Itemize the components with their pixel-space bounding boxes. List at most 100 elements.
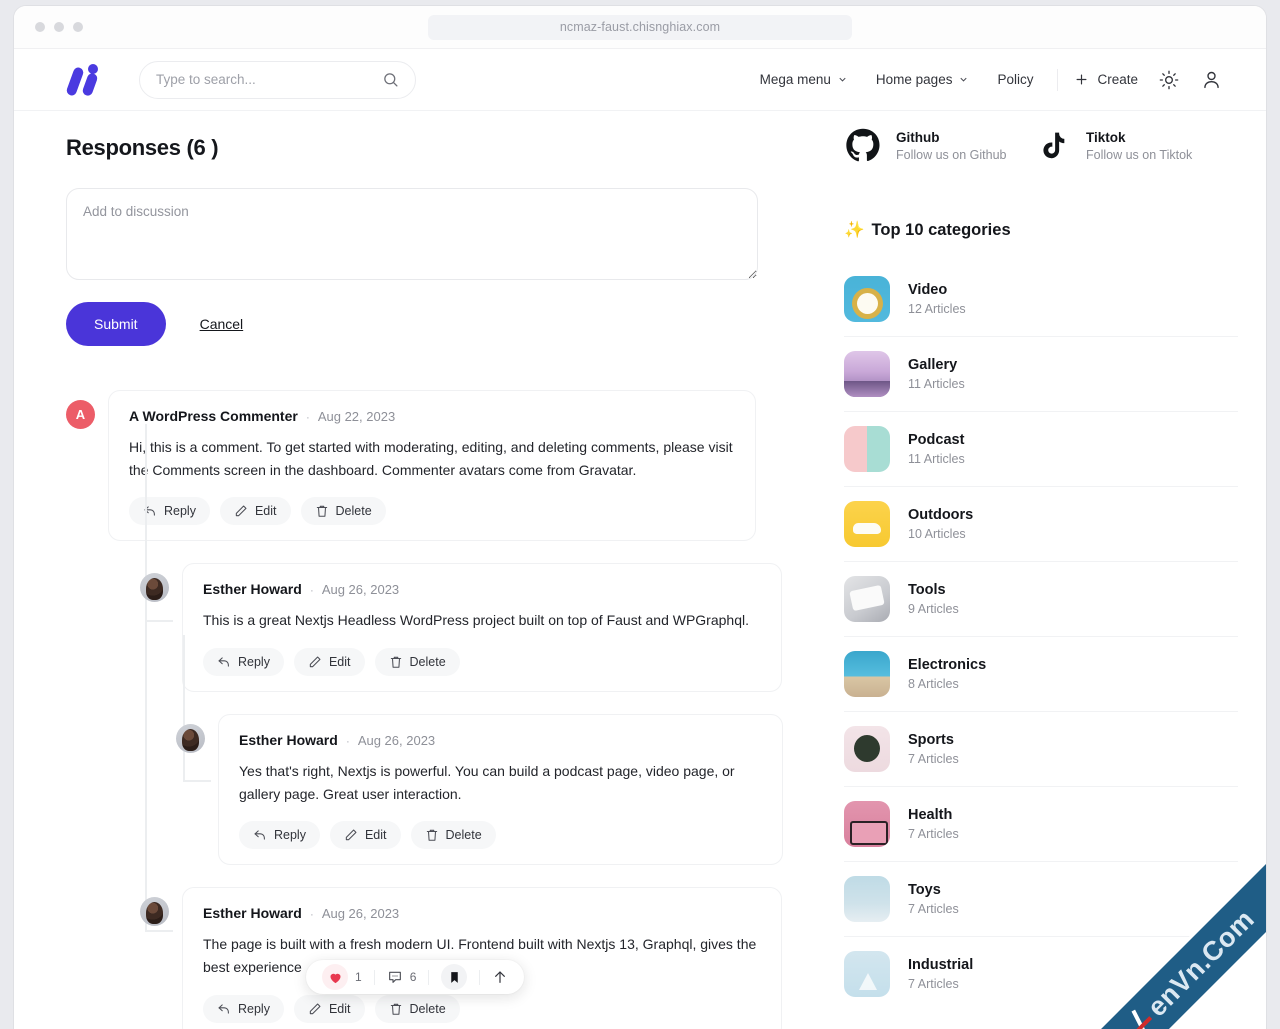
social-text: Github Follow us on Github [896,130,1006,162]
separator: · [309,907,314,922]
edit-button[interactable]: Edit [293,648,365,677]
edit-button[interactable]: Edit [329,821,401,850]
sidebar: Github Follow us on Github Tiktok Follow… [836,111,1266,1011]
category-text: Health 7 Articles [908,807,959,841]
category-text: Video 12 Articles [908,282,966,316]
browser-window: ncmaz-faust.chisnghiax.com Mega menu Hom… [14,6,1266,1029]
social-subtitle: Follow us on Github [896,148,1007,162]
avatar[interactable] [176,724,205,754]
comment-author: A WordPress Commenter [129,408,298,424]
reaction-bar: 1 6 [306,960,525,994]
comment-body: Yes that's right, Nextjs is powerful. Yo… [239,763,735,802]
comment-header: A WordPress Commenter · Aug 22, 2023 [129,408,735,424]
category-thumbnail [844,576,890,622]
separator: · [309,583,314,598]
social-github[interactable]: Github Follow us on Github [844,127,1034,165]
page-title: Responses (6 ) [66,135,219,160]
reply-button[interactable]: Reply [203,994,284,1023]
reply-button[interactable]: Reply [239,821,320,850]
close-dot[interactable] [35,22,45,32]
create-button[interactable]: Create [1068,64,1144,95]
category-count: 8 Articles [908,677,959,691]
cancel-button[interactable]: Cancel [198,312,246,336]
category-item[interactable]: Podcast 11 Articles [844,411,1238,486]
nav-label: Policy [997,72,1034,87]
theme-toggle-button[interactable] [1152,63,1186,97]
comment-header: Esther Howard · Aug 26, 2023 [239,732,762,748]
category-item[interactable]: Outdoors 10 Articles [844,486,1238,561]
category-count: 7 Articles [908,827,959,841]
edit-label: Edit [254,504,277,519]
category-item[interactable]: Video 12 Articles [844,262,1238,336]
nav-item-mega-menu[interactable]: Mega menu [746,64,862,95]
comment-body: Hi, this is a comment. To get started wi… [129,439,733,478]
reply-button[interactable]: Reply [203,648,284,677]
search-input[interactable] [156,72,382,87]
account-button[interactable] [1194,63,1228,97]
comment-icon [388,971,401,983]
bookmark-action[interactable] [429,964,479,990]
nav-item-policy[interactable]: Policy [983,64,1047,95]
category-item[interactable]: Gallery 11 Articles [844,336,1238,411]
heart-icon [322,964,348,990]
avatar-initial: A [75,407,86,422]
delete-button[interactable]: Delete [374,994,460,1023]
delete-button[interactable]: Delete [300,497,386,526]
comment-composer: Submit Cancel [66,188,758,346]
comment-input[interactable] [66,188,758,280]
delete-button[interactable]: Delete [374,648,460,677]
sun-icon [1159,70,1179,89]
maximize-dot[interactable] [73,22,83,32]
reply-icon [254,830,265,840]
edit-button[interactable]: Edit [293,994,365,1023]
social-tiktok[interactable]: Tiktok Follow us on Tiktok [1034,127,1224,165]
window-controls[interactable] [35,22,83,32]
social-subtitle: Follow us on Tiktok [1086,148,1193,162]
like-action[interactable]: 1 [310,964,374,990]
category-item[interactable]: Sports 7 Articles [844,711,1238,786]
comment-date: Aug 26, 2023 [357,733,436,749]
separator: · [345,734,350,749]
category-item[interactable]: Tools 9 Articles [844,561,1238,636]
comment-body: This is a great Nextjs Headless WordPres… [203,612,749,629]
comment-item: Esther Howard · Aug 26, 2023 This is a g… [140,563,836,693]
category-thumbnail [844,351,890,397]
edit-button[interactable]: Edit [219,497,291,526]
pencil-icon [345,829,357,841]
delete-label: Delete [409,655,446,670]
category-item[interactable]: Health 7 Articles [844,786,1238,861]
comment-action[interactable]: 6 [375,969,429,985]
trash-icon [390,1003,401,1015]
category-name: Outdoors [908,507,974,523]
comment-bubble: A WordPress Commenter · Aug 22, 2023 Hi,… [108,390,756,542]
category-count: 12 Articles [908,302,966,316]
thread-elbow [183,780,211,782]
nav-item-home-pages[interactable]: Home pages [862,64,984,95]
avatar[interactable] [140,573,169,603]
delete-button[interactable]: Delete [410,821,496,850]
minimize-dot[interactable] [54,22,64,32]
category-item[interactable]: Toys 7 Articles [844,861,1238,936]
comment-item: Esther Howard · Aug 26, 2023 Yes that's … [176,714,836,866]
search-icon [384,73,398,87]
delete-label: Delete [409,1001,446,1016]
site-logo-icon[interactable] [65,63,114,97]
search-box[interactable] [139,60,416,99]
category-name: Health [908,807,953,823]
comment-item: Esther Howard · Aug 26, 2023 The page is… [140,887,836,1029]
submit-button[interactable]: Submit [66,302,166,346]
avatar[interactable]: A [66,400,95,429]
reply-label: Reply [164,504,196,519]
comment-author: Esther Howard [203,581,302,598]
browser-chrome: ncmaz-faust.chisnghiax.com [14,6,1266,49]
address-bar[interactable]: ncmaz-faust.chisnghiax.com [428,14,852,40]
comment-date: Aug 22, 2023 [317,409,396,424]
category-item[interactable]: Electronics 8 Articles [844,636,1238,711]
category-text: Podcast 11 Articles [908,432,965,466]
thread-elbow [145,930,173,932]
reply-button[interactable]: Reply [129,497,210,526]
share-action[interactable] [480,969,520,985]
delete-label: Delete [335,504,372,519]
avatar[interactable] [140,897,169,927]
category-count: 11 Articles [908,377,965,391]
